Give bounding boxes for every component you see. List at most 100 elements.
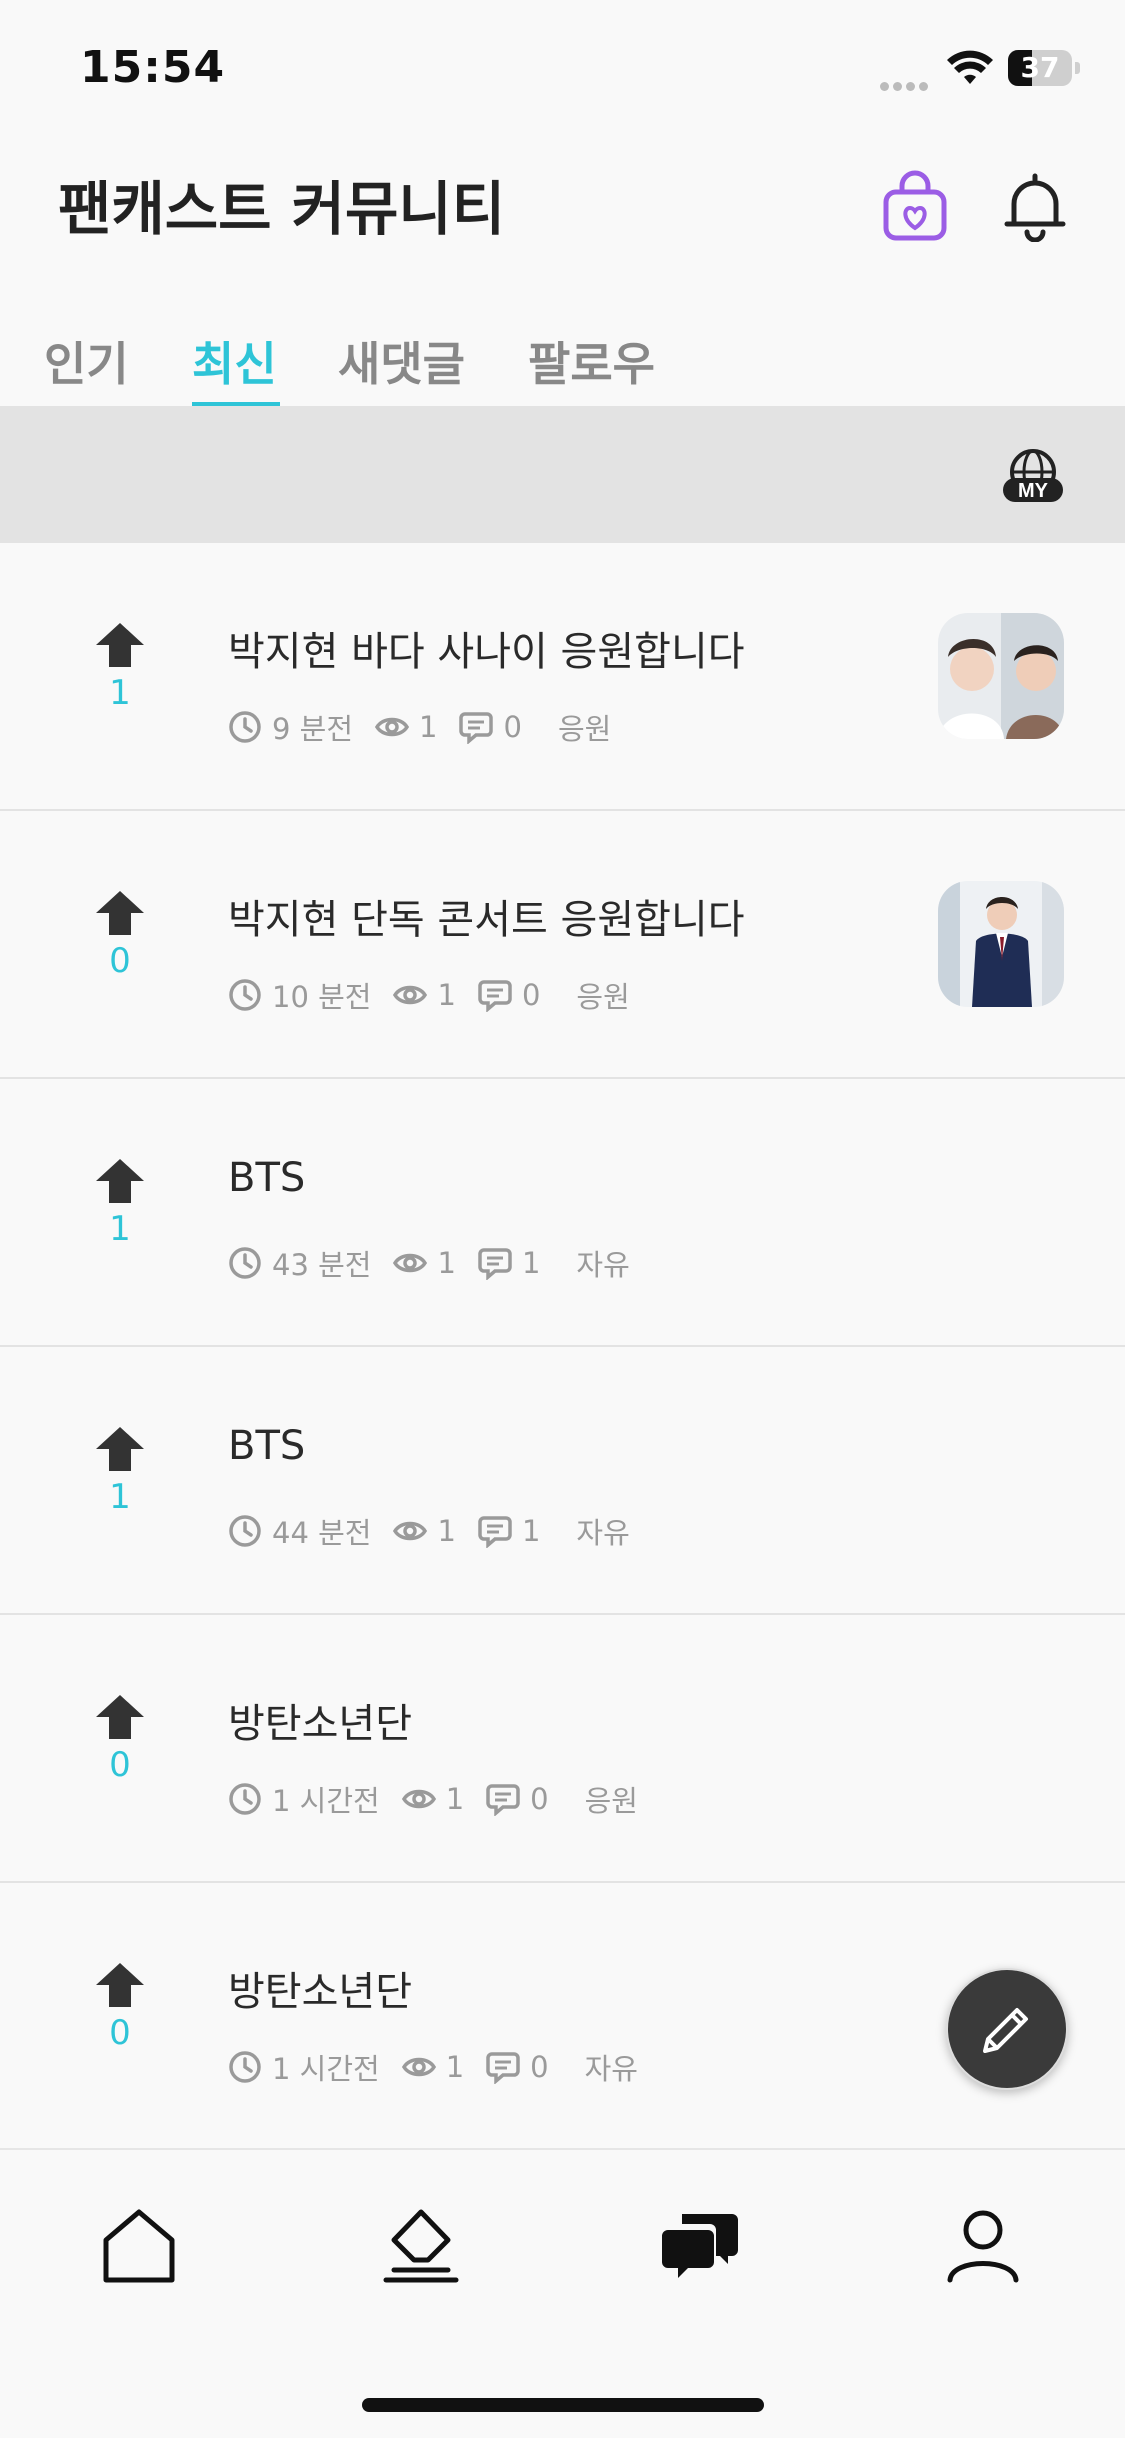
chat-bubbles-icon[interactable]: [656, 2200, 746, 2290]
status-bar: 15:54 37: [0, 0, 1125, 130]
bottom-tab-bar: [0, 2148, 1125, 2438]
post-category: 자유: [576, 1248, 630, 1282]
comment-icon: [478, 1516, 512, 1548]
cellular-signal-icon: [880, 76, 936, 91]
eraser-icon[interactable]: [376, 2200, 466, 2290]
post-time: 1 시간전: [272, 2052, 380, 2086]
shopping-bag-heart-icon[interactable]: [880, 170, 950, 242]
my-globe-icon[interactable]: MY: [1000, 448, 1066, 504]
clock-icon: [229, 1783, 261, 1815]
page-title: 팬캐스트 커뮤니티: [58, 175, 506, 243]
vote-count: 0: [109, 1745, 131, 1785]
post-meta: 10 분전 1 0 응원: [228, 973, 630, 1017]
vote-count: 1: [109, 1477, 131, 1517]
post-title[interactable]: 방탄소년단: [228, 1691, 412, 1749]
app-header: 팬캐스트 커뮤니티: [0, 140, 1125, 260]
post-meta: 1 시간전 1 0 응원: [228, 1777, 638, 1821]
post-time: 1 시간전: [272, 1784, 380, 1818]
post-title[interactable]: 박지현 바다 사나이 응원합니다: [228, 619, 745, 677]
comment-icon: [478, 1248, 512, 1280]
comment-icon: [486, 2052, 520, 2084]
post-comments: 0: [521, 978, 541, 1012]
post-comments: 0: [530, 2050, 549, 2084]
eye-icon: [393, 985, 428, 1005]
comment-icon: [459, 712, 494, 744]
bell-icon[interactable]: [1002, 170, 1068, 242]
clock-icon: [229, 979, 261, 1011]
eye-icon: [393, 1521, 428, 1541]
upvote[interactable]: 0: [78, 889, 162, 981]
post-item[interactable]: 1 BTS 44 분전 1 1 자유: [0, 1347, 1125, 1615]
vote-count: 0: [109, 941, 131, 981]
upvote[interactable]: 0: [78, 1693, 162, 1785]
post-time: 44 분전: [272, 1516, 372, 1550]
upvote[interactable]: 0: [78, 1961, 162, 2053]
vote-count: 1: [109, 673, 131, 713]
filter-bar: MY: [0, 406, 1125, 543]
pencil-icon: [983, 2008, 1028, 2053]
clock-icon: [229, 711, 261, 743]
post-category: 응원: [557, 712, 612, 746]
up-arrow-icon[interactable]: [94, 621, 146, 669]
post-meta: 9 분전 1 0 응원: [228, 705, 611, 749]
post-thumbnail-image[interactable]: [938, 613, 1064, 739]
post-views: 1: [445, 2050, 465, 2084]
post-title[interactable]: 박지현 단독 콘서트 응원합니다: [228, 887, 745, 945]
tab-popular[interactable]: 인기: [44, 328, 129, 394]
post-views: 1: [419, 710, 438, 744]
vote-count: 1: [109, 1209, 131, 1249]
eye-icon: [401, 2057, 436, 2077]
post-views: 1: [445, 1782, 465, 1816]
post-category: 자유: [576, 1516, 630, 1550]
tab-new-comments[interactable]: 새댓글: [338, 328, 465, 394]
clock-icon: [229, 1515, 261, 1547]
home-indicator: [362, 2398, 764, 2412]
tab-follow[interactable]: 팔로우: [528, 328, 655, 394]
post-item[interactable]: 0 방탄소년단 1 시간전 1 0 응원: [0, 1615, 1125, 1883]
post-time: 10 분전: [272, 980, 372, 1014]
post-time: 43 분전: [272, 1248, 372, 1282]
post-time: 9 분전: [272, 712, 354, 746]
post-title[interactable]: 방탄소년단: [228, 1959, 412, 2017]
write-post-button[interactable]: [946, 1968, 1068, 2090]
eye-icon: [401, 1789, 436, 1809]
upvote[interactable]: 1: [78, 1157, 162, 1249]
post-category: 응원: [576, 980, 630, 1014]
feed-tabs: 인기 최신 새댓글 팔로우: [0, 310, 1125, 410]
post-comments: 1: [521, 1514, 541, 1548]
up-arrow-icon[interactable]: [94, 1157, 146, 1205]
eye-icon: [393, 1253, 428, 1273]
vote-count: 0: [109, 2013, 131, 2053]
post-views: 1: [437, 978, 456, 1012]
post-category: 응원: [584, 1784, 638, 1818]
post-comments: 0: [530, 1782, 549, 1816]
post-title[interactable]: BTS: [228, 1423, 305, 1469]
upvote[interactable]: 1: [78, 1425, 162, 1517]
post-comments: 0: [503, 710, 522, 744]
post-views: 1: [437, 1514, 456, 1548]
status-time: 15:54: [80, 42, 226, 93]
clock-icon: [229, 1247, 261, 1279]
post-item[interactable]: 1 박지현 바다 사나이 응원합니다 9 분전 1 0 응원: [0, 543, 1125, 811]
up-arrow-icon[interactable]: [94, 1961, 146, 2009]
post-meta: 44 분전 1 1 자유: [228, 1509, 630, 1553]
comment-icon: [478, 980, 512, 1012]
home-icon[interactable]: [94, 2200, 184, 2290]
post-item[interactable]: 0 박지현 단독 콘서트 응원합니다 10 분전 1 0 응원: [0, 811, 1125, 1079]
up-arrow-icon[interactable]: [94, 1425, 146, 1473]
battery-icon: 37: [1008, 50, 1080, 86]
comment-icon: [486, 1784, 520, 1816]
up-arrow-icon[interactable]: [94, 889, 146, 937]
up-arrow-icon[interactable]: [94, 1693, 146, 1741]
clock-icon: [229, 2051, 261, 2083]
my-badge-text: MY: [1018, 480, 1049, 502]
person-icon[interactable]: [938, 2200, 1028, 2290]
upvote[interactable]: 1: [78, 621, 162, 713]
post-category: 자유: [584, 2052, 638, 2086]
post-title[interactable]: BTS: [228, 1155, 305, 1201]
battery-percent: 37: [1020, 51, 1060, 84]
post-views: 1: [437, 1246, 456, 1280]
tab-latest[interactable]: 최신: [192, 328, 277, 394]
post-item[interactable]: 1 BTS 43 분전 1 1 자유: [0, 1079, 1125, 1347]
post-thumbnail-image[interactable]: [938, 881, 1064, 1007]
